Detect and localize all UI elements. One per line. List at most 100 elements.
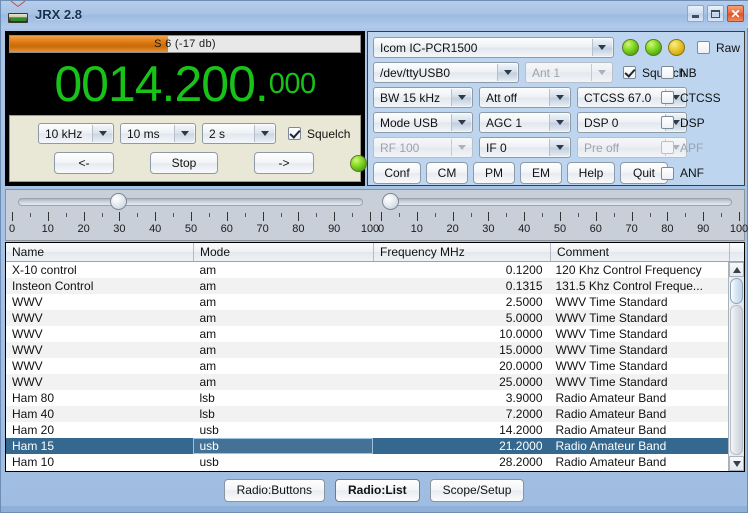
agc-select[interactable]: AGC 1 (479, 112, 571, 133)
cell-comment[interactable]: WWV Time Standard (550, 294, 729, 310)
column-header-comment[interactable]: Comment (551, 243, 730, 261)
cell-frequency[interactable]: 15.0000 (373, 342, 550, 358)
cell-name[interactable]: X-10 control (6, 262, 193, 278)
column-header-mode[interactable]: Mode (194, 243, 374, 261)
table-row[interactable]: WWVam5.0000WWV Time Standard (6, 310, 728, 326)
conf-button[interactable]: Conf (373, 162, 421, 184)
column-header-name[interactable]: Name (6, 243, 194, 261)
table-row[interactable]: Ham 80lsb3.9000Radio Amateur Band (6, 390, 728, 406)
scroll-down-icon[interactable] (729, 456, 744, 471)
chevron-down-icon[interactable] (451, 114, 471, 131)
pm-button[interactable]: PM (473, 162, 515, 184)
table-row[interactable]: Ham 15usb21.2000Radio Amateur Band (6, 438, 728, 454)
cell-comment[interactable]: Radio Amateur Band (550, 406, 729, 422)
frequency-display[interactable]: 0014.200.000 (9, 56, 361, 112)
table-row[interactable]: Ham 40lsb7.2000Radio Amateur Band (6, 406, 728, 422)
cell-mode[interactable]: lsb (193, 406, 373, 422)
tab-radio-buttons[interactable]: Radio:Buttons (224, 479, 325, 502)
table-row[interactable]: WWVam25.0000WWV Time Standard (6, 374, 728, 390)
attenuator-select[interactable]: Att off (479, 87, 571, 108)
cell-frequency[interactable]: 0.1315 (373, 278, 550, 294)
scrollbar-track[interactable] (730, 305, 743, 455)
chevron-down-icon[interactable] (549, 139, 569, 156)
maximize-button[interactable] (707, 5, 724, 22)
table-row[interactable]: WWVam15.0000WWV Time Standard (6, 342, 728, 358)
cell-frequency[interactable]: 2.5000 (373, 294, 550, 310)
nb-checkbox[interactable]: NB (661, 66, 697, 80)
cell-name[interactable]: WWV (6, 326, 193, 342)
cell-frequency[interactable]: 3.9000 (373, 390, 550, 406)
scan-next-button[interactable]: -> (254, 152, 314, 174)
cell-comment[interactable]: WWV Time Standard (550, 310, 729, 326)
cell-mode[interactable]: usb (193, 438, 373, 454)
em-button[interactable]: EM (520, 162, 562, 184)
cell-mode[interactable]: am (193, 326, 373, 342)
scrollbar-thumb[interactable] (730, 278, 743, 304)
cell-comment[interactable]: WWV Time Standard (550, 358, 729, 374)
cell-comment[interactable]: Radio Amateur Band (550, 390, 729, 406)
cell-comment[interactable]: WWV Time Standard (550, 374, 729, 390)
minimize-button[interactable] (687, 5, 704, 22)
cell-frequency[interactable]: 20.0000 (373, 358, 550, 374)
cell-name[interactable]: Ham 80 (6, 390, 193, 406)
vertical-scrollbar[interactable] (728, 262, 744, 471)
cell-frequency[interactable]: 7.2000 (373, 406, 550, 422)
cell-comment[interactable]: 120 Khz Control Frequency (550, 262, 729, 278)
table-row[interactable]: WWVam20.0000WWV Time Standard (6, 358, 728, 374)
cell-name[interactable]: WWV (6, 294, 193, 310)
slider-knob[interactable] (382, 193, 399, 210)
dsp-checkbox[interactable]: DSP (661, 116, 705, 130)
cell-comment[interactable]: Radio Amateur Band (550, 454, 729, 470)
close-icon[interactable]: ✕ (727, 5, 744, 22)
tab-radio-list[interactable]: Radio:List (335, 479, 420, 502)
cell-mode[interactable]: am (193, 262, 373, 278)
cell-frequency[interactable]: 10.0000 (373, 326, 550, 342)
chevron-down-icon[interactable] (92, 125, 112, 142)
cell-comment[interactable]: Radio Amateur Band (550, 422, 729, 438)
volume-slider[interactable]: 0102030405060708090100 (6, 190, 375, 240)
chevron-down-icon[interactable] (592, 39, 612, 56)
scroll-up-icon[interactable] (729, 262, 744, 277)
cell-comment[interactable]: Radio Amateur Band (550, 438, 729, 454)
tab-scope-setup[interactable]: Scope/Setup (430, 479, 525, 502)
bandwidth-select[interactable]: BW 15 kHz (373, 87, 473, 108)
cell-frequency[interactable]: 21.2000 (373, 438, 550, 454)
serial-port-select[interactable]: /dev/ttyUSB0 (373, 62, 519, 83)
cell-mode[interactable]: am (193, 294, 373, 310)
scan-squelch-checkbox[interactable]: Squelch (288, 127, 350, 141)
cell-mode[interactable]: lsb (193, 390, 373, 406)
table-row[interactable]: WWVam10.0000WWV Time Standard (6, 326, 728, 342)
table-row[interactable]: X-10 controlam0.1200120 Khz Control Freq… (6, 262, 728, 278)
chevron-down-icon[interactable] (174, 125, 194, 142)
squelch-slider[interactable]: 0102030405060708090100 (375, 190, 744, 240)
scan-step-select[interactable]: 10 kHz (38, 123, 114, 144)
chevron-down-icon[interactable] (451, 89, 471, 106)
cell-comment[interactable]: 131.5 Khz Control Freque... (550, 278, 729, 294)
cell-mode[interactable]: am (193, 278, 373, 294)
cell-mode[interactable]: am (193, 310, 373, 326)
slider-track[interactable] (387, 198, 732, 206)
if-shift-select[interactable]: IF 0 (479, 137, 571, 158)
table-row[interactable]: Ham 10usb28.2000Radio Amateur Band (6, 454, 728, 470)
help-button[interactable]: Help (567, 162, 615, 184)
cell-name[interactable]: Ham 40 (6, 406, 193, 422)
cell-frequency[interactable]: 0.1200 (373, 262, 550, 278)
radio-model-select[interactable]: Icom IC-PCR1500 (373, 37, 614, 58)
table-row[interactable]: Insteon Controlam0.1315131.5 Khz Control… (6, 278, 728, 294)
slider-track[interactable] (18, 198, 363, 206)
cell-name[interactable]: WWV (6, 342, 193, 358)
cell-name[interactable]: Ham 15 (6, 438, 193, 454)
scan-prev-button[interactable]: <- (54, 152, 114, 174)
cell-name[interactable]: WWV (6, 310, 193, 326)
column-header-frequency-mhz[interactable]: Frequency MHz (374, 243, 551, 261)
table-row[interactable]: Ham 20usb14.2000Radio Amateur Band (6, 422, 728, 438)
chevron-down-icon[interactable] (254, 125, 274, 142)
mode-select[interactable]: Mode USB (373, 112, 473, 133)
cell-name[interactable]: Ham 10 (6, 454, 193, 470)
cell-comment[interactable]: WWV Time Standard (550, 342, 729, 358)
chevron-down-icon[interactable] (549, 114, 569, 131)
cell-frequency[interactable]: 25.0000 (373, 374, 550, 390)
cell-name[interactable]: WWV (6, 374, 193, 390)
cell-frequency[interactable]: 5.0000 (373, 310, 550, 326)
raw-checkbox[interactable]: Raw (697, 41, 740, 55)
